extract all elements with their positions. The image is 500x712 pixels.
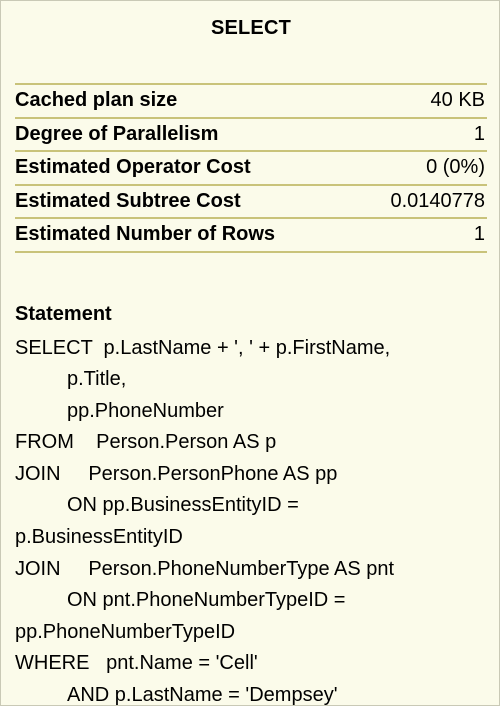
property-label: Cached plan size	[15, 89, 178, 112]
property-value: 1	[473, 223, 485, 246]
property-label: Estimated Subtree Cost	[15, 189, 241, 212]
sql-line: FROM Person.Person AS p	[15, 431, 277, 454]
sql-line: WHERE pnt.Name = 'Cell'	[15, 652, 258, 675]
operator-title: SELECT	[210, 17, 292, 39]
statement-heading: Statement	[15, 302, 112, 325]
property-label: Degree of Parallelism	[15, 122, 219, 145]
property-row-estimated-operator-cost: Estimated Operator Cost 0 (0%)	[15, 152, 487, 186]
property-row-estimated-subtree-cost: Estimated Subtree Cost 0.0140778	[15, 186, 487, 219]
property-label: Estimated Number of Rows	[15, 223, 276, 246]
sql-line: pp.PhoneNumberTypeID	[15, 620, 236, 643]
properties-table: Cached plan size 40 KB Degree of Paralle…	[15, 83, 487, 253]
property-row-degree-of-parallelism: Degree of Parallelism 1	[15, 119, 487, 152]
property-value: 40 KB	[430, 89, 485, 112]
property-value: 0.0140778	[390, 189, 485, 212]
sql-line: AND p.LastName = 'Dempsey'	[67, 684, 338, 707]
sql-line: ON pnt.PhoneNumberTypeID =	[67, 589, 346, 612]
showplan-tooltip: SELECT Cached plan size 40 KB Degree of …	[0, 0, 500, 706]
sql-statement: SELECT p.LastName + ', ' + p.FirstName, …	[15, 333, 487, 712]
sql-line: p.BusinessEntityID	[15, 526, 183, 549]
sql-line: ON pp.BusinessEntityID =	[67, 494, 299, 517]
property-value: 1	[473, 122, 485, 145]
sql-line: SELECT p.LastName + ', ' + p.FirstName,	[15, 336, 391, 359]
property-row-estimated-number-of-rows: Estimated Number of Rows 1	[15, 219, 487, 253]
property-value: 0 (0%)	[426, 156, 485, 179]
property-label: Estimated Operator Cost	[15, 156, 251, 179]
sql-line: JOIN Person.PhoneNumberType AS pnt	[15, 557, 395, 580]
property-row-cached-plan-size: Cached plan size 40 KB	[15, 85, 487, 119]
sql-line: JOIN Person.PersonPhone AS pp	[15, 462, 338, 485]
sql-line: p.Title,	[67, 368, 127, 391]
sql-line: pp.PhoneNumber	[67, 399, 224, 422]
